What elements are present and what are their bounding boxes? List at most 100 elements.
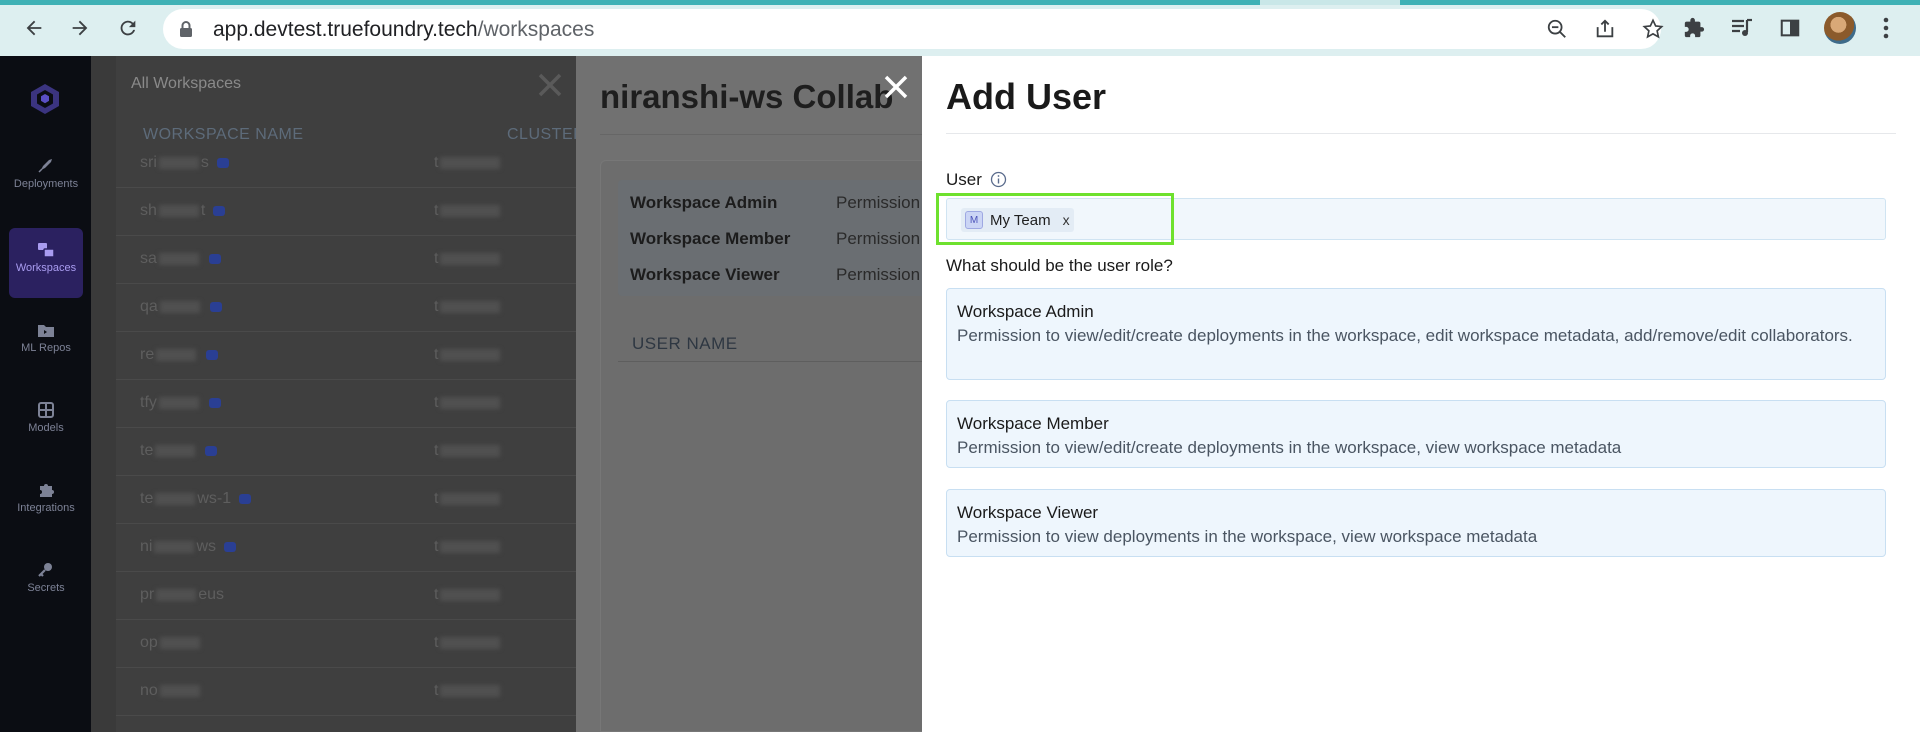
sidebar-item-models[interactable]: Models <box>9 388 83 458</box>
browser-toolbar: app.devtest.truefoundry.tech/workspaces <box>0 0 1920 56</box>
table-row[interactable]: te t <box>116 428 576 476</box>
key-icon <box>38 563 52 577</box>
cluster-initial: t <box>434 586 439 603</box>
role-option-title: Workspace Admin <box>957 302 1094 321</box>
side-panel-button[interactable] <box>1774 12 1806 44</box>
redacted-text <box>440 684 501 697</box>
app-area: Deployments Workspaces ML Repos Models I… <box>0 56 1920 732</box>
workspace-name: te ws-1 <box>140 490 252 508</box>
divider <box>600 134 922 135</box>
zoom-out-icon <box>1547 19 1566 38</box>
redacted-text <box>440 156 501 169</box>
table-row[interactable]: sa t <box>116 236 576 284</box>
column-header-user-name: USER NAME <box>632 334 738 353</box>
info-icon[interactable] <box>990 171 1007 188</box>
role-option-title: Workspace Member <box>957 414 1109 433</box>
page-title: Add User <box>946 76 1107 117</box>
workspace-name: sh t <box>140 202 226 220</box>
rocket-icon <box>38 159 52 173</box>
table-row[interactable]: te ws-1 t <box>116 476 576 524</box>
user-field-label: User <box>946 170 982 189</box>
share-icon <box>1596 19 1614 38</box>
table-row[interactable]: pr eus t <box>116 572 576 620</box>
extensions-button[interactable] <box>1678 12 1710 44</box>
table-row[interactable]: sri s t <box>116 140 576 188</box>
media-button[interactable] <box>1726 12 1758 44</box>
redacted-text <box>440 540 501 553</box>
table-row[interactable]: sh t t <box>116 188 576 236</box>
table-row[interactable]: qa t <box>116 284 576 332</box>
cloud-badge-icon <box>209 301 222 312</box>
cluster-cell: t <box>434 442 502 460</box>
sidebar-item-label: Secrets <box>27 582 65 594</box>
folder-icon <box>38 325 54 337</box>
cloud-badge-icon <box>239 493 252 504</box>
sidebar-item-label: Integrations <box>17 502 75 514</box>
role-option-admin[interactable]: Workspace Admin Permission to view/edit/… <box>946 288 1886 380</box>
reload-icon <box>120 20 136 36</box>
sidebar-item-deployments[interactable]: Deployments <box>9 144 83 214</box>
table-row[interactable]: ni ws t <box>116 524 576 572</box>
workspace-name-suffix: t <box>200 202 206 219</box>
workspace-name: qa <box>140 298 222 316</box>
table-row[interactable]: re t <box>116 332 576 380</box>
workspace-name-prefix: te <box>140 490 154 507</box>
back-button[interactable] <box>14 12 54 44</box>
address-bar[interactable]: app.devtest.truefoundry.tech/workspaces <box>163 9 1664 49</box>
cluster-initial: t <box>434 634 439 651</box>
redacted-text <box>440 492 501 505</box>
cluster-initial: t <box>434 682 439 699</box>
reload-button[interactable] <box>108 12 148 44</box>
breadcrumb[interactable]: All Workspaces <box>131 75 241 93</box>
profile-avatar[interactable] <box>1824 12 1856 44</box>
redacted-text <box>440 204 501 217</box>
workspace-name-suffix: ws <box>196 538 217 555</box>
redacted-text <box>158 156 199 169</box>
cluster-initial: t <box>434 298 439 315</box>
cluster-cell: t <box>434 250 502 268</box>
role-option-description: Permission to view/edit/create deploymen… <box>957 438 1622 457</box>
close-icon[interactable] <box>883 74 909 100</box>
sidebar-item-secrets[interactable]: Secrets <box>9 548 83 618</box>
star-icon <box>1642 18 1664 39</box>
table-row[interactable]: op t <box>116 620 576 668</box>
sidebar-item-workspaces[interactable]: Workspaces <box>9 228 83 298</box>
workspace-name-prefix: te <box>140 442 154 459</box>
table-row[interactable]: tfy t <box>116 380 576 428</box>
sidebar-item-integrations[interactable]: Integrations <box>9 468 83 538</box>
grid-icon <box>38 402 54 418</box>
bookmark-button[interactable] <box>1639 17 1667 41</box>
redacted-text <box>158 204 199 217</box>
cluster-cell: t <box>434 634 502 652</box>
cloud-badge-icon <box>216 157 229 168</box>
cluster-cell: t <box>434 490 502 508</box>
cluster-cell: t <box>434 298 502 316</box>
workspace-name-suffix: ws-1 <box>197 490 232 507</box>
add-user-drawer: Add User User M My Team x What should be… <box>922 56 1920 732</box>
forward-button[interactable] <box>60 12 100 44</box>
sidebar-item-label: Deployments <box>13 178 79 190</box>
side-panel-icon <box>1780 19 1800 37</box>
role-option-viewer[interactable]: Workspace Viewer Permission to view depl… <box>946 489 1886 557</box>
sidebar-item-ml-repos[interactable]: ML Repos <box>9 308 83 378</box>
arrow-right-icon <box>72 20 88 36</box>
cluster-cell: t <box>434 346 502 364</box>
workspace-name: tfy <box>140 394 221 412</box>
close-icon[interactable] <box>537 72 563 98</box>
zoom-button[interactable] <box>1543 17 1571 41</box>
redacted-text <box>159 300 200 313</box>
workspace-name-prefix: ni <box>140 538 153 555</box>
cloud-badge-icon <box>213 205 226 216</box>
redacted-text <box>158 396 199 409</box>
redacted-text <box>440 588 501 601</box>
browser-menu-button[interactable] <box>1870 12 1902 44</box>
table-row[interactable]: no t <box>116 668 576 716</box>
workspace-name: no <box>140 682 202 700</box>
cluster-initial: t <box>434 346 439 363</box>
share-button[interactable] <box>1591 17 1619 41</box>
workspace-name-prefix: tfy <box>140 394 157 411</box>
role-name: Workspace Viewer <box>630 265 780 284</box>
role-option-member[interactable]: Workspace Member Permission to view/edit… <box>946 400 1886 468</box>
workspace-name-suffix: eus <box>198 586 225 603</box>
redacted-text <box>155 492 196 505</box>
